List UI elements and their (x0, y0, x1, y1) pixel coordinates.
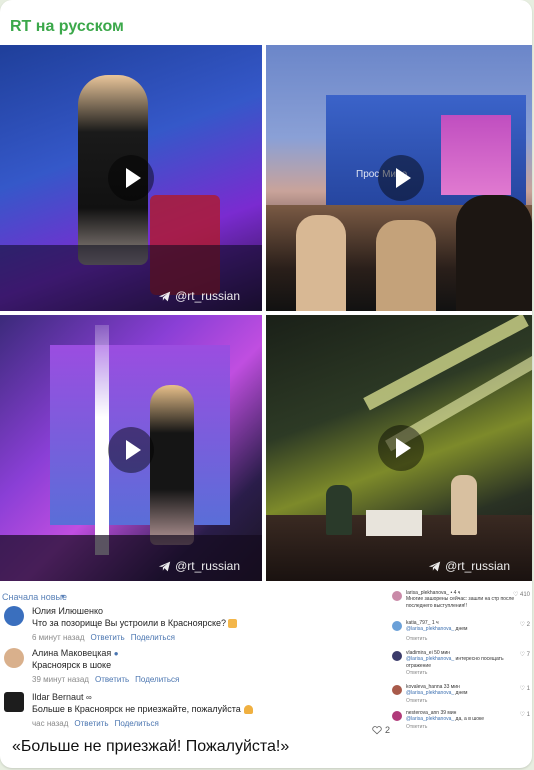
reply-button[interactable]: Ответить (406, 670, 427, 676)
video-thumbnail-1[interactable]: @rt_russian (0, 45, 262, 311)
stage-lights (441, 115, 511, 195)
side-comment-text: @larisa_plekhanova_ да, а в шоке (406, 716, 485, 722)
crowd-sign (366, 510, 422, 536)
side-comment: kovaleva_hanna 33 мин @larisa_plekhanova… (390, 684, 532, 708)
avatar[interactable] (4, 648, 24, 668)
reply-button[interactable]: Ответить (406, 724, 427, 730)
comment-text: Больше в Красноярск не приезжайте, пожал… (32, 704, 253, 715)
avatar[interactable] (392, 621, 402, 631)
side-comment: larisa_plekhanova_ • 4 ч Многие зашорены… (390, 590, 532, 624)
play-button[interactable] (378, 155, 424, 201)
side-comment: katia_797_ 1 ч @larisa_plekhanova_ днем … (390, 620, 532, 646)
share-button[interactable]: Поделиться (115, 719, 159, 728)
crowd-person (296, 215, 346, 311)
crowd-person (456, 195, 532, 311)
avatar[interactable] (4, 606, 24, 626)
video-thumbnail-2[interactable]: Прос Миро (266, 45, 532, 311)
video-thumbnail-3[interactable]: @rt_russian (0, 315, 262, 581)
comment-author[interactable]: Юлия Илюшенко (32, 606, 103, 616)
guitarist-figure (326, 485, 352, 535)
side-comment-text: @larisa_plekhanova_ интересно посещать о… (406, 656, 504, 669)
comment-meta: 6 минут назад Ответить Поделиться (32, 633, 175, 642)
watermark-text: @rt_russian (175, 289, 240, 303)
side-comment-likes[interactable]: ♡ 1 (520, 686, 530, 693)
comment-time: 39 минут назад (32, 675, 89, 684)
comment-meta: 39 минут назад Ответить Поделиться (32, 675, 179, 684)
share-button[interactable]: Поделиться (131, 633, 175, 642)
reply-button[interactable]: Ответить (406, 636, 427, 642)
telegram-icon (158, 561, 171, 571)
reply-button[interactable]: Ответить (91, 633, 125, 642)
comment-item: Ildar Bernaut ∞ Больше в Красноярск не п… (0, 692, 390, 735)
performer-figure (150, 385, 194, 545)
side-comment: nesterova_ann 39 мин @larisa_plekhanova_… (390, 710, 532, 734)
comments-panel: Сначала новые ▾ Юлия Илюшенко Что за поз… (0, 584, 390, 735)
reply-button[interactable]: Ответить (406, 698, 427, 704)
avatar[interactable] (4, 692, 24, 712)
channel-name[interactable]: RT на русском (10, 18, 124, 36)
heart-icon[interactable] (372, 726, 382, 735)
play-button[interactable] (108, 155, 154, 201)
side-comment-likes[interactable]: ♡ 1 (520, 712, 530, 719)
comment-time: час назад (32, 719, 69, 728)
performer-figure (451, 475, 477, 535)
message-caption: «Больше не приезжай! Пожалуйста!» (12, 738, 290, 755)
telegram-icon (428, 561, 441, 571)
avatar[interactable] (392, 651, 402, 661)
crowd-person (376, 220, 436, 311)
sort-dropdown[interactable]: Сначала новые (2, 592, 67, 602)
comment-author[interactable]: Ildar Bernaut ∞ (32, 692, 92, 702)
watermark: @rt_russian (158, 559, 240, 573)
watermark-text: @rt_russian (445, 559, 510, 573)
stage-floor (0, 535, 262, 581)
avatar[interactable] (392, 591, 402, 601)
thumbs-down-emoji-icon (228, 619, 238, 629)
video-thumbnail-4[interactable]: @rt_russian (266, 315, 532, 581)
sparkler-fountain (95, 325, 109, 555)
comment-text: Красноярск в шоке (32, 660, 112, 670)
avatar[interactable] (392, 711, 402, 721)
side-comment-text: Многие зашорены сейчас: зашли на стр пос… (406, 596, 515, 609)
side-comment-text: @larisa_plekhanova_ днем (406, 626, 468, 632)
avatar[interactable] (392, 685, 402, 695)
comment-time: 6 минут назад (32, 633, 85, 642)
light-beam (363, 315, 529, 411)
play-button[interactable] (378, 425, 424, 471)
watermark-text: @rt_russian (175, 559, 240, 573)
comment-item: Юлия Илюшенко Что за позорище Вы устроил… (0, 606, 390, 642)
reply-button[interactable]: Ответить (74, 719, 108, 728)
reply-button[interactable]: Ответить (95, 675, 129, 684)
comment-meta: час назад Ответить Поделиться (32, 719, 159, 728)
message-bubble: RT на русском @rt_russian Прос Миро @rt_… (0, 0, 532, 768)
infinity-icon: ∞ (86, 693, 92, 702)
side-comment-likes[interactable]: ♡ 2 (520, 622, 530, 629)
comment-text: Что за позорище Вы устроили в Красноярск… (32, 618, 238, 629)
chevron-down-icon[interactable]: ▾ (61, 592, 65, 601)
play-button[interactable] (108, 427, 154, 473)
side-comment: vladimira_ei 50 мин @larisa_plekhanova_ … (390, 650, 532, 680)
watermark: @rt_russian (158, 289, 240, 303)
verified-icon: ● (113, 649, 119, 658)
comment-item: Алина Маковецкая ● Красноярск в шоке 39 … (0, 648, 390, 684)
side-comments-panel: larisa_plekhanova_ • 4 ч Многие зашорены… (390, 584, 532, 734)
pray-emoji-icon (243, 705, 253, 715)
comment-author[interactable]: Алина Маковецкая ● (32, 648, 119, 658)
side-comment-likes[interactable]: ♡ 410 (513, 592, 530, 599)
telegram-icon (158, 291, 171, 301)
share-button[interactable]: Поделиться (135, 675, 179, 684)
side-comment-likes[interactable]: ♡ 7 (520, 652, 530, 659)
side-comment-text: @larisa_plekhanova_ днем (406, 690, 468, 696)
watermark: @rt_russian (428, 559, 510, 573)
